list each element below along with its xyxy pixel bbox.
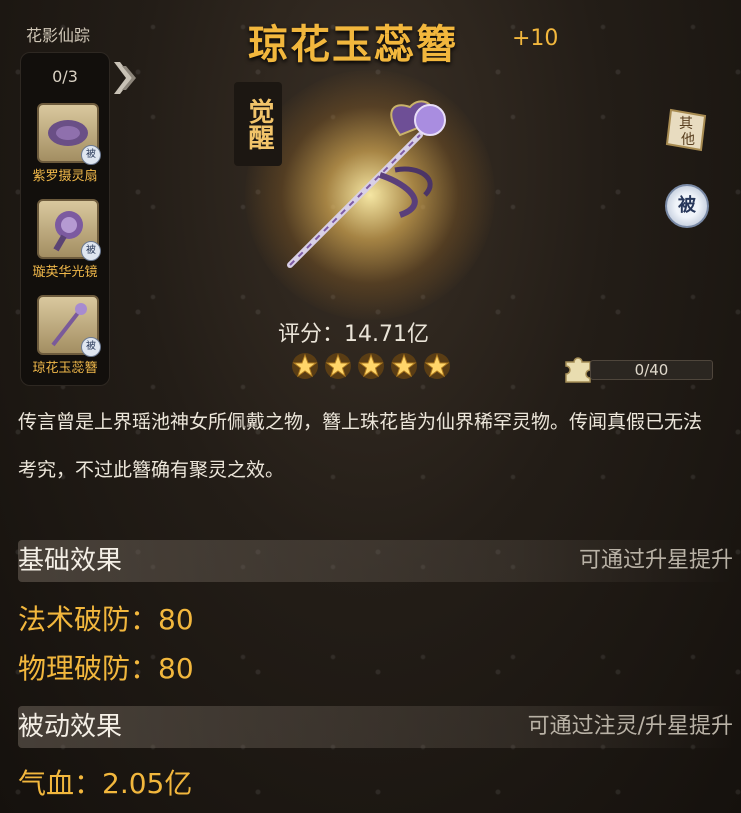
set-count: 0/3 [52,67,78,86]
stat-physical-penetration: 物理破防：80 [18,652,194,685]
star-icon [292,353,318,379]
other-button[interactable]: 其 他 [661,108,711,152]
stat-magic-penetration: 法术破防：80 [18,603,194,636]
star-icon [325,353,351,379]
hairpin-artwork-icon [287,100,446,268]
passive-badge-icon: 被 [81,241,101,261]
basic-effects-header: 基础效果 可通过升星提升 [18,540,733,582]
set-item-card-1[interactable]: 被 [37,103,101,165]
passive-badge-icon: 被 [81,337,101,357]
double-chevron-right-icon [114,62,136,94]
set-panel: 0/3 被 紫罗摄灵扇 被 璇英华光镜 被 琼花玉蕊簪 [20,52,110,386]
basic-effects-hint: 可通过升星提升 [578,548,733,573]
expand-arrow-button[interactable] [112,56,138,100]
passive-badge-icon: 被 [81,145,101,165]
set-item-label-1: 紫罗摄灵扇 [32,169,98,184]
item-description: 传言曾是上界瑶池神女所佩戴之物，簪上珠花皆为仙界稀罕灵物。传闻真假已无法考究，不… [18,411,703,481]
stat-hp: 气血：2.05亿 [18,767,193,800]
set-title: 花影仙踪 [26,26,91,45]
set-item-card-2[interactable]: 被 [37,199,101,261]
set-item-card-3[interactable]: 被 [37,295,101,357]
star-icon [358,353,384,379]
set-item-label-2: 璇英华光镜 [32,265,98,280]
passive-badge[interactable]: 被 [665,184,709,228]
set-item-label-3: 琼花玉蕊簪 [32,361,98,376]
star-icon [424,353,450,379]
fragment-progress-bar: 0/40 [590,360,713,380]
passive-effects-header: 被动效果 可通过注灵/升星提升 [18,706,733,748]
awaken-label: 觉醒 [234,82,282,166]
star-icon [391,353,417,379]
other-button-frame-icon: 其 他 [665,108,707,152]
fragment-progress-text: 0/40 [634,361,669,379]
passive-effects-title: 被动效果 [18,712,123,742]
other-button-label-2: 他 [681,132,695,148]
item-level: +10 [512,26,559,51]
score-text: 评分：14.71亿 [278,322,429,347]
item-name: 琼花玉蕊簪 [248,22,458,68]
basic-effects-title: 基础效果 [18,546,123,576]
other-button-label-1: 其 [679,116,693,132]
star-rating [291,352,451,380]
passive-effects-hint: 可通过注灵/升星提升 [527,714,733,739]
